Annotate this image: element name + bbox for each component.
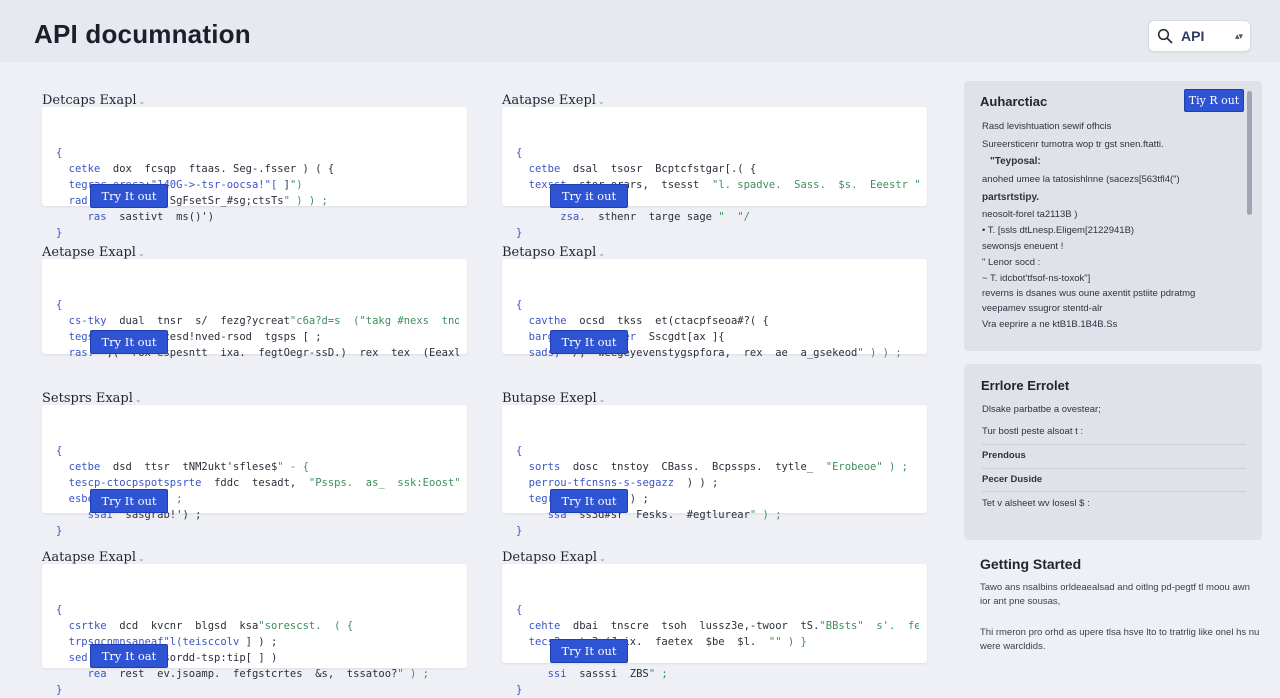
page-title: API documnation	[34, 19, 251, 49]
code-block: { csrtke dcd kvcnr blgsd ksa"sorescst. (…	[56, 604, 429, 696]
auth-text: neosolt-forel ta2113B )	[982, 209, 1078, 220]
auth-text: Sureersticenr tumotra wop tr gst snen.ft…	[982, 139, 1164, 150]
code-card: { cavthe ocsd tkss et(ctacpfseoa#?( { ba…	[502, 259, 927, 359]
chevron-down-icon: ⌄	[597, 97, 605, 106]
authentication-title: Auharctiac	[980, 94, 1048, 109]
auth-try-it-out-button[interactable]: Tiy R out	[1184, 89, 1244, 112]
code-card: { cetbe dsal tsosr Bcptcfstgar[.( { texs…	[502, 107, 927, 239]
example-section: Aatapse Exepl ⌄ { cetbe dsal tsosr Bcptcf…	[502, 93, 927, 239]
code-card: { cehte dbai tnscre tsoh lussz3e,-twoor …	[502, 564, 927, 696]
getting-started-text: Thi rmeron pro orhd as upere tlsa hsve l…	[980, 627, 1260, 652]
errors-title: Errlore Errolet	[981, 378, 1070, 393]
chevron-down-icon: ⌄	[137, 554, 145, 563]
try-it-out-button[interactable]: Try It out	[550, 489, 628, 513]
chevron-down-icon: ▴▾	[1234, 30, 1243, 41]
auth-text: Vra eeprire a ne ktB1B.1B4B.Ss	[982, 319, 1118, 330]
getting-started-text: Tawo ans nsalbins orldeaealsad and oitln…	[980, 582, 1250, 607]
code-card: { cetke dox fcsqp ftaas. Seg-.fsser ) ( …	[42, 107, 467, 239]
try-it-out-button[interactable]: Try It out	[90, 184, 168, 208]
try-it-out-button[interactable]: Try It out	[90, 330, 168, 354]
errors-text: Tet v alsheet wv losesl $ :	[982, 498, 1090, 509]
code-card: { cs-tky dual tnsr s/ fezg?ycreat"c6a?d=…	[42, 259, 467, 359]
try-it-out-button[interactable]: Try It oat	[90, 644, 168, 668]
try-it-out-button[interactable]: Try It out	[90, 489, 168, 513]
try-it-out-button[interactable]: Try It out	[550, 639, 628, 663]
divider	[982, 444, 1246, 445]
chevron-down-icon: ⌄	[137, 249, 145, 258]
example-section: Butapse Exepl ⌄ { sorts dosc tnstoy CBass…	[502, 391, 927, 537]
example-section: Setsprs Exapl ⌄ { cetbe dsd ttsr tNM2ukt'…	[42, 391, 467, 537]
auth-text: ~ T. idcbot'tfsof-ns-toxok"]	[982, 273, 1091, 284]
try-it-out-button[interactable]: Try It out	[550, 330, 628, 354]
code-card: { csrtke dcd kvcnr blgsd ksa"sorescst. (…	[42, 564, 467, 696]
code-block: { cehte dbai tnscre tsoh lussz3e,-twoor …	[516, 604, 919, 696]
errors-panel: Errlore Errolet Dlsake parbatbe a oveste…	[964, 364, 1262, 540]
auth-text: partsrtstipy.	[982, 192, 1040, 203]
authentication-panel: Auharctiac Tiy R out Rasd levishtuation …	[964, 81, 1262, 351]
chevron-down-icon: ⌄	[599, 554, 606, 563]
code-card: { cetbe dsd ttsr tNM2ukt'sflese$" - { te…	[42, 405, 467, 537]
errors-text: Dlsake parbatbe a ovestear;	[982, 404, 1101, 415]
errors-text: Tur bostl peste alsoat t :	[982, 426, 1084, 437]
example-section: Detcaps Exapl ⌄ { cetke dox fcsqp ftaas. …	[42, 93, 467, 239]
auth-text: • T. [ssls dtLnesp.Eligem[2122941B)	[982, 225, 1135, 236]
getting-started-title: Getting Started	[980, 556, 1082, 572]
chevron-down-icon: ⌄	[598, 395, 606, 404]
chevron-down-icon: ⌄	[138, 97, 146, 106]
try-it-out-button[interactable]: Try it out	[550, 184, 628, 208]
example-section: Detapso Exapl ⌄ { cehte dbai tnscre tsoh …	[502, 550, 927, 696]
chevron-down-icon: ⌄	[598, 249, 605, 258]
api-select-value: API	[1181, 28, 1205, 44]
example-section: Aatapse Exapl ⌄ { csrtke dcd kvcnr blgsd …	[42, 550, 467, 696]
divider	[982, 491, 1246, 492]
example-section: Aetapse Exapl ⌄ { cs-tky dual tnsr s/ fez…	[42, 245, 467, 359]
auth-text: veepamev ssugror stentd-alr	[982, 303, 1103, 314]
auth-text: Rasd levishtuation sewif ofhcis	[982, 121, 1112, 132]
search-icon	[1157, 28, 1173, 44]
auth-text: " Lenor socd :	[982, 257, 1041, 268]
auth-text: sewonsjs eneuent !	[982, 241, 1064, 252]
example-section: Betapso Exapl ⌄ { cavthe ocsd tkss et(cta…	[502, 245, 927, 359]
auth-text: "Teyposal:	[990, 156, 1041, 167]
errors-item[interactable]: Prendous	[982, 450, 1246, 461]
errors-item[interactable]: Pecer Duside	[982, 474, 1246, 485]
divider	[982, 468, 1246, 469]
panel-scrollbar[interactable]	[1247, 91, 1252, 215]
auth-text: reverns is dsanes wus oune axentit pstii…	[982, 288, 1196, 299]
auth-text: anohed umee la tatosishlnne (sacezs[563t…	[982, 174, 1180, 185]
api-search-select[interactable]: API ▴▾	[1148, 20, 1251, 52]
code-card: { sorts dosc tnstoy CBass. Bcpssps. tytl…	[502, 405, 927, 537]
chevron-down-icon: ⌄	[134, 395, 142, 404]
